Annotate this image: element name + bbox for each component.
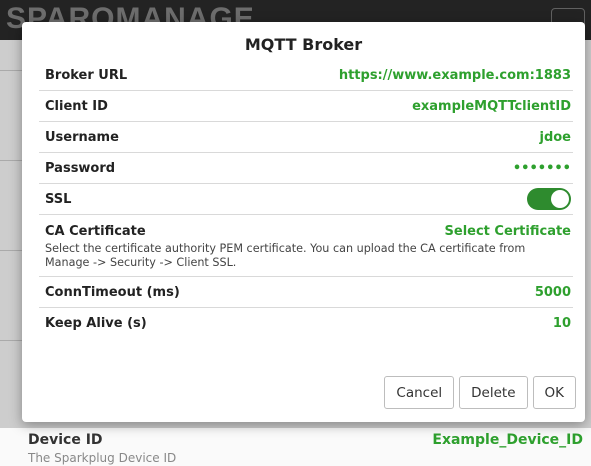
device-id-field[interactable]: Device ID Example_Device_ID The Sparkplu… — [20, 428, 591, 466]
dialog-buttons: Cancel Delete OK — [384, 376, 576, 409]
ssl-toggle[interactable] — [527, 188, 571, 210]
password-row[interactable]: Password ••••••• — [39, 153, 573, 184]
client-id-row[interactable]: Client ID exampleMQTTclientID — [39, 91, 573, 122]
conn-timeout-label: ConnTimeout (ms) — [45, 284, 180, 300]
ok-button[interactable]: OK — [532, 376, 576, 409]
settings-list: Broker URL https://www.example.com:1883 … — [39, 60, 573, 339]
dialog-title: MQTT Broker — [244, 35, 363, 54]
broker-url-row[interactable]: Broker URL https://www.example.com:1883 — [39, 60, 573, 91]
ca-certificate-label: CA Certificate — [45, 224, 146, 239]
client-id-value[interactable]: exampleMQTTclientID — [412, 99, 573, 114]
select-certificate-link[interactable]: Select Certificate — [445, 224, 573, 239]
device-id-value[interactable]: Example_Device_ID — [432, 432, 583, 448]
conn-timeout-row[interactable]: ConnTimeout (ms) 5000 — [39, 277, 573, 308]
cancel-button[interactable]: Cancel — [384, 376, 455, 409]
ssl-label: SSL — [45, 191, 72, 207]
ca-certificate-row: CA Certificate Select Certificate Select… — [39, 215, 573, 277]
username-value[interactable]: jdoe — [539, 130, 573, 145]
device-id-label: Device ID — [28, 432, 103, 448]
client-id-label: Client ID — [45, 98, 108, 114]
username-label: Username — [45, 129, 119, 145]
password-value[interactable]: ••••••• — [513, 161, 573, 176]
device-id-description: The Sparkplug Device ID — [28, 451, 177, 465]
username-row[interactable]: Username jdoe — [39, 122, 573, 153]
ca-certificate-description: Select the certificate authority PEM cer… — [45, 242, 526, 269]
keep-alive-label: Keep Alive (s) — [45, 316, 147, 331]
mqtt-broker-dialog: MQTT Broker Broker URL https://www.examp… — [22, 22, 585, 422]
delete-button[interactable]: Delete — [459, 376, 528, 409]
toggle-knob — [551, 190, 569, 208]
ssl-row: SSL — [39, 184, 573, 215]
conn-timeout-value[interactable]: 5000 — [535, 285, 573, 300]
keep-alive-row[interactable]: Keep Alive (s) 10 — [39, 308, 573, 339]
broker-url-label: Broker URL — [45, 67, 128, 83]
keep-alive-value[interactable]: 10 — [553, 316, 573, 331]
password-label: Password — [45, 160, 116, 176]
broker-url-value[interactable]: https://www.example.com:1883 — [339, 68, 573, 83]
